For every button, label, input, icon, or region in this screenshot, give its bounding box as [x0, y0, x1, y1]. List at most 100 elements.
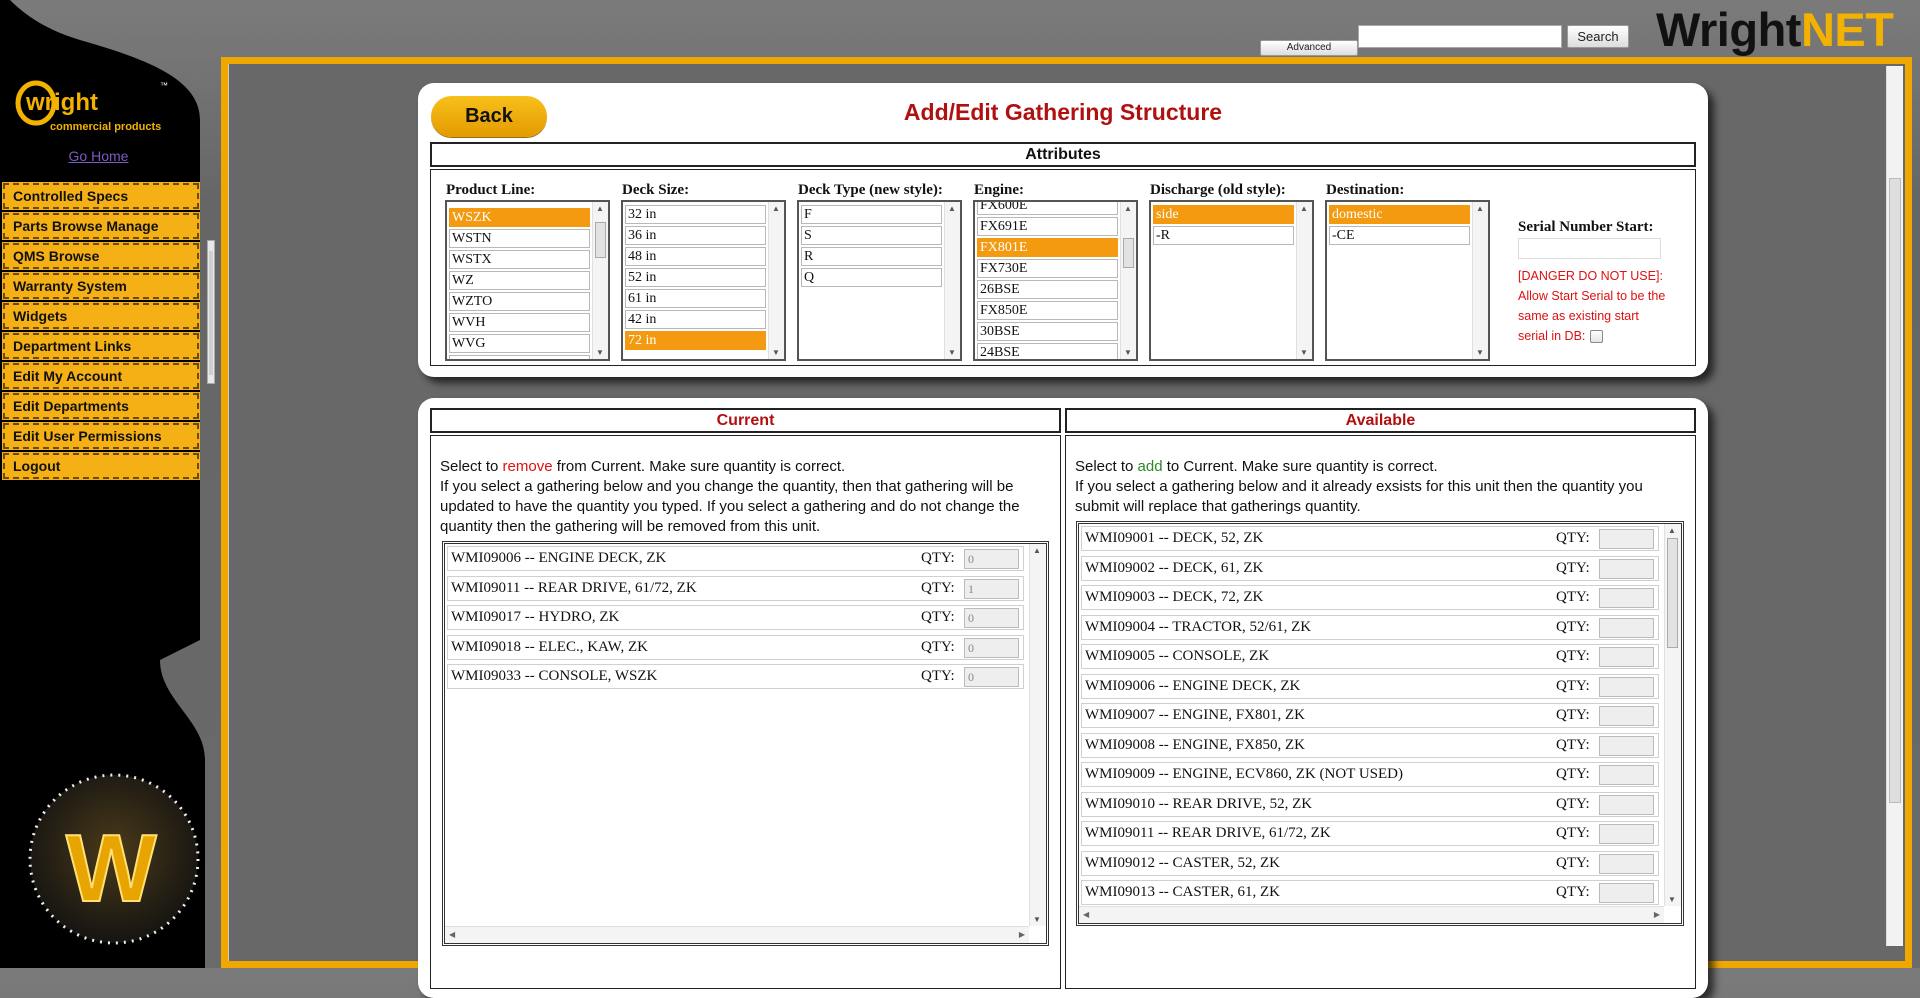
available-gathering-list[interactable]: WMI09001 -- DECK, 52, ZK QTY: WMI09002 -- … [1076, 521, 1684, 926]
current-gathering-row[interactable]: WMI09011 -- REAR DRIVE, 61/72, ZK QTY: 1 [447, 575, 1024, 601]
engine-select[interactable]: FX600E FX691E FX801E FX730E 26BSE FX850E 30BSE… [973, 200, 1138, 361]
select-option[interactable]: 48 in [625, 247, 766, 266]
select-option[interactable]: Q [801, 268, 942, 287]
current-gathering-row[interactable]: WMI09033 -- CONSOLE, WSZK QTY: 0 [447, 664, 1024, 689]
available-list-scrollbar[interactable]: ▲ ▼ [1664, 524, 1681, 906]
select-option[interactable]: -R [1153, 226, 1294, 245]
select-option[interactable]: WZTO [449, 292, 590, 311]
select-option[interactable]: WSZK [449, 208, 590, 227]
nav-department-links[interactable]: Department Links [2, 332, 200, 360]
qty-input[interactable] [1599, 558, 1654, 579]
listbox-scrollbar[interactable]: ▲ ▼ [1472, 202, 1488, 359]
select-option[interactable]: 24BSE [977, 343, 1118, 359]
scroll-up-icon[interactable]: ▲ [596, 204, 604, 213]
sidebar-scrollbar[interactable] [207, 240, 215, 384]
allow-duplicate-serial-checkbox[interactable] [1590, 330, 1604, 344]
select-option[interactable]: 26BSE [977, 280, 1118, 299]
deck-type-select[interactable]: F S R Q ▲ ▼ [797, 200, 962, 361]
select-option[interactable]: FX850E [977, 301, 1118, 320]
current-list-hscrollbar[interactable]: ◀ ▶ [445, 926, 1029, 943]
select-option[interactable]: WZ [449, 271, 590, 290]
scroll-up-icon[interactable]: ▲ [772, 204, 780, 213]
scroll-down-icon[interactable]: ▼ [772, 348, 780, 357]
scroll-up-icon[interactable]: ▲ [1124, 204, 1132, 213]
scroll-thumb[interactable] [1123, 238, 1134, 268]
qty-input[interactable] [1599, 765, 1654, 785]
scroll-down-icon[interactable]: ▼ [1300, 348, 1308, 357]
select-option[interactable]: FX691E [977, 217, 1118, 236]
select-option[interactable]: FX801E [977, 238, 1118, 257]
qty-input[interactable] [1599, 824, 1654, 844]
select-option[interactable]: 52 in [625, 268, 766, 287]
listbox-scrollbar[interactable]: ▲ ▼ [592, 202, 608, 359]
available-gathering-row[interactable]: WMI09006 -- ENGINE DECK, ZK QTY: [1081, 673, 1659, 699]
qty-input[interactable] [1599, 883, 1654, 903]
qty-input[interactable] [1599, 706, 1654, 726]
nav-edit-user-permissions[interactable]: Edit User Permissions [2, 422, 200, 450]
scroll-down-icon[interactable]: ▼ [1476, 348, 1484, 357]
go-home-link[interactable]: Go Home [0, 148, 197, 164]
scroll-down-icon[interactable]: ▼ [1033, 915, 1041, 924]
qty-input[interactable] [1599, 647, 1654, 667]
select-option[interactable]: WSTX [449, 250, 590, 269]
listbox-scrollbar[interactable]: ▲ ▼ [1296, 202, 1312, 359]
listbox-scrollbar[interactable]: ▲ ▼ [1120, 202, 1136, 359]
nav-controlled-specs[interactable]: Controlled Specs [2, 182, 200, 210]
select-option[interactable]: 42 in [625, 310, 766, 329]
scroll-left-icon[interactable]: ◀ [1083, 910, 1089, 919]
destination-select[interactable]: domestic -CE ▲ ▼ [1325, 200, 1490, 361]
scroll-down-icon[interactable]: ▼ [948, 348, 956, 357]
select-option[interactable]: S [801, 226, 942, 245]
discharge-select[interactable]: side -R ▲ ▼ [1149, 200, 1314, 361]
qty-input[interactable]: 0 [964, 667, 1019, 687]
qty-input[interactable] [1599, 676, 1654, 697]
available-gathering-row[interactable]: WMI09012 -- CASTER, 52, ZK QTY: [1081, 850, 1659, 876]
qty-input[interactable]: 1 [964, 578, 1019, 599]
available-gathering-row[interactable]: WMI09004 -- TRACTOR, 52/61, ZK QTY: [1081, 614, 1659, 640]
nav-warranty-system[interactable]: Warranty System [2, 272, 200, 300]
select-option[interactable]: FX730E [977, 259, 1118, 278]
select-option[interactable]: 30BSE [977, 322, 1118, 341]
qty-input[interactable] [1599, 617, 1654, 638]
nav-qms-browse[interactable]: QMS Browse [2, 242, 200, 270]
select-option[interactable]: WSRY [449, 355, 590, 359]
advanced-search-button[interactable]: Advanced [1260, 40, 1358, 56]
qty-input[interactable] [1599, 735, 1654, 756]
nav-widgets[interactable]: Widgets [2, 302, 200, 330]
available-gathering-row[interactable]: WMI09008 -- ENGINE, FX850, ZK QTY: [1081, 732, 1659, 758]
select-option[interactable]: 32 in [625, 205, 766, 224]
page-scrollbar[interactable] [1886, 66, 1903, 946]
select-option[interactable]: WVG [449, 334, 590, 353]
search-input[interactable] [1358, 25, 1562, 48]
nav-edit-my-account[interactable]: Edit My Account [2, 362, 200, 390]
scroll-thumb[interactable] [595, 222, 606, 258]
qty-input[interactable]: 0 [964, 608, 1019, 628]
select-option[interactable]: F [801, 205, 942, 224]
scroll-down-icon[interactable]: ▼ [1124, 348, 1132, 357]
select-option[interactable]: 72 in [625, 331, 766, 350]
select-option[interactable]: 61 in [625, 289, 766, 308]
qty-input[interactable]: 0 [964, 549, 1019, 569]
current-list-scrollbar[interactable]: ▲ ▼ [1029, 544, 1046, 926]
available-gathering-row[interactable]: WMI09005 -- CONSOLE, ZK QTY: [1081, 644, 1659, 669]
scroll-down-icon[interactable]: ▼ [1668, 895, 1676, 904]
available-gathering-row[interactable]: WMI09002 -- DECK, 61, ZK QTY: [1081, 555, 1659, 581]
search-button[interactable]: Search [1567, 25, 1629, 48]
scroll-up-icon[interactable]: ▲ [1300, 204, 1308, 213]
scroll-thumb[interactable] [1667, 538, 1678, 648]
available-gathering-row[interactable]: WMI09001 -- DECK, 52, ZK QTY: [1081, 526, 1659, 551]
deck-size-select[interactable]: 32 in 36 in 48 in 52 in 61 in 42 in 72 in ▲ ▼ [621, 200, 786, 361]
nav-parts-browse-manage[interactable]: Parts Browse Manage [2, 212, 200, 240]
current-gathering-row[interactable]: WMI09006 -- ENGINE DECK, ZK QTY: 0 [447, 546, 1024, 571]
listbox-scrollbar[interactable]: ▲ ▼ [768, 202, 784, 359]
scroll-up-icon[interactable]: ▲ [1033, 546, 1041, 555]
available-gathering-row[interactable]: WMI09007 -- ENGINE, FX801, ZK QTY: [1081, 703, 1659, 728]
scroll-right-icon[interactable]: ▶ [1654, 910, 1660, 919]
select-option[interactable]: FX600E [977, 202, 1118, 215]
select-option[interactable]: WVH [449, 313, 590, 332]
qty-input[interactable] [1599, 794, 1654, 815]
qty-input[interactable]: 0 [964, 637, 1019, 658]
select-option[interactable]: WSTN [449, 229, 590, 248]
serial-number-start-input[interactable] [1518, 238, 1661, 259]
listbox-scrollbar[interactable]: ▲ ▼ [944, 202, 960, 359]
